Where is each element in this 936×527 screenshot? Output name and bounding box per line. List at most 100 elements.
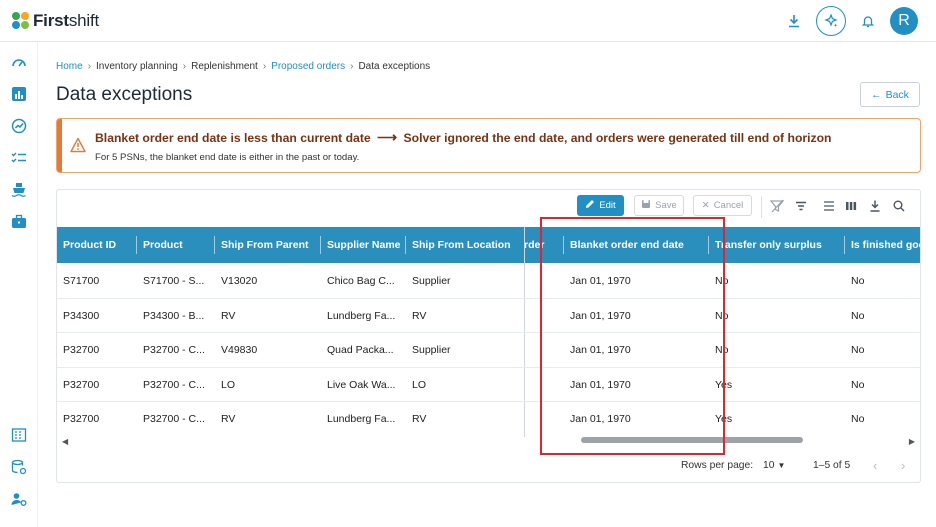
cell-product-id: P34300 xyxy=(63,309,100,322)
scroll-left-icon[interactable]: ◀ xyxy=(62,437,68,446)
chevron-right-icon: › xyxy=(87,61,92,72)
column-header-supplier-name[interactable]: Supplier Name xyxy=(321,227,406,263)
breadcrumb-inventory-planning[interactable]: Inventory planning xyxy=(96,61,178,72)
download-icon[interactable] xyxy=(784,11,804,31)
ai-sparkle-icon[interactable] xyxy=(816,6,846,36)
cell-ship-from-parent: RV xyxy=(221,413,236,425)
back-button[interactable]: ← Back xyxy=(860,82,920,107)
cell-blanket-order-end-date: Jan 01, 1970 xyxy=(570,344,631,356)
cell-blanket-order-end-date: Jan 01, 1970 xyxy=(570,275,631,287)
save-button-label: Save xyxy=(655,200,677,211)
arrow-right-icon: ⟶ xyxy=(377,129,398,145)
cell-product-id: P32700 xyxy=(63,344,100,356)
cell-blanket-order-end-date: Jan 01, 1970 xyxy=(570,413,631,425)
caret-down-icon: ▼ xyxy=(777,461,786,470)
cell-ship-from-parent: RV xyxy=(221,309,236,322)
cell-supplier-name: Quad Packa... xyxy=(327,344,394,356)
clear-filter-icon[interactable] xyxy=(769,198,785,214)
column-header-is-finished-goods[interactable]: Is finished goo xyxy=(845,227,920,263)
breadcrumb-home[interactable]: Home xyxy=(56,61,83,72)
chevron-right-icon: › xyxy=(182,61,187,72)
firstshift-logo[interactable]: Firstshift xyxy=(12,11,99,31)
cell-ship-from-location: LO xyxy=(412,378,427,391)
top-bar: Firstshift R xyxy=(0,0,936,42)
cell-transfer-only-surplus: No xyxy=(715,309,729,322)
trend-icon[interactable] xyxy=(10,117,28,135)
save-icon xyxy=(641,199,651,212)
previous-page-icon[interactable]: ‹ xyxy=(873,458,877,473)
scroll-right-icon[interactable]: ▶ xyxy=(909,437,915,446)
chevron-right-icon: › xyxy=(350,61,354,72)
warning-alert: Blanket order end date is less than curr… xyxy=(56,118,921,173)
database-settings-icon[interactable] xyxy=(10,458,28,476)
export-icon[interactable] xyxy=(867,198,883,214)
cell-blanket-order-end-date: Jan 01, 1970 xyxy=(570,378,631,391)
dashboard-icon[interactable] xyxy=(10,54,28,72)
bell-icon[interactable] xyxy=(858,11,878,31)
cell-ship-from-location: Supplier xyxy=(412,275,451,287)
save-button[interactable]: Save xyxy=(634,195,684,216)
breadcrumb-proposed-orders[interactable]: Proposed orders xyxy=(271,61,345,72)
checklist-icon[interactable] xyxy=(10,149,28,167)
cell-transfer-only-surplus: No xyxy=(715,344,729,356)
rows-per-page-select[interactable]: 10 ▼ xyxy=(763,460,785,471)
cell-ship-from-location: RV xyxy=(412,413,427,425)
pagination: Rows per page: 10 ▼ 1–5 of 5 ‹ › xyxy=(57,450,920,482)
grid-toolbar: Edit Save ✕ Cancel xyxy=(57,190,920,226)
cell-transfer-only-surplus: Yes xyxy=(715,413,733,425)
table-row[interactable]: P34300 P34300 - B... RV Lundberg Fa... R… xyxy=(57,299,920,333)
horizontal-scrollbar[interactable]: ◀ ▶ xyxy=(57,435,920,447)
scrollbar-thumb[interactable] xyxy=(581,437,803,443)
cell-transfer-only-surplus: No xyxy=(715,275,729,287)
breadcrumb-replenishment[interactable]: Replenishment xyxy=(191,61,258,72)
back-button-label: Back xyxy=(885,88,909,101)
chevron-right-icon: › xyxy=(262,61,267,72)
column-header-blanket-order-end-date[interactable]: Blanket order end date xyxy=(564,227,709,263)
rows-per-page-label: Rows per page: xyxy=(681,460,754,471)
alert-description: For 5 PSNs, the blanket end date is eith… xyxy=(95,152,360,163)
density-icon[interactable] xyxy=(821,198,837,214)
table-row[interactable]: S71700 S71700 - S... V13020 Chico Bag C.… xyxy=(57,264,920,299)
cell-product-id: P32700 xyxy=(63,378,100,391)
cell-ship-from-parent: V49830 xyxy=(221,344,258,356)
edit-button[interactable]: Edit xyxy=(577,195,624,216)
column-header-product[interactable]: Product xyxy=(137,227,215,263)
cell-product: P32700 - C... xyxy=(143,344,205,356)
cell-ship-from-location: Supplier xyxy=(412,344,451,356)
cell-supplier-name: Lundberg Fa... xyxy=(327,413,396,425)
breadcrumb-data-exceptions: Data exceptions xyxy=(358,61,431,72)
cell-supplier-name: Chico Bag C... xyxy=(327,275,395,287)
cell-transfer-only-surplus: Yes xyxy=(715,378,733,391)
users-settings-icon[interactable] xyxy=(10,490,28,508)
cancel-button-label: Cancel xyxy=(713,200,744,211)
table-row[interactable]: P32700 P32700 - C... RV Lundberg Fa... R… xyxy=(57,402,920,437)
cell-product-id: P32700 xyxy=(63,413,100,425)
edit-button-label: Edit xyxy=(599,200,616,211)
bar-chart-icon[interactable] xyxy=(10,85,28,103)
table-row[interactable]: P32700 P32700 - C... V49830 Quad Packa..… xyxy=(57,333,920,368)
column-header-ship-from-location[interactable]: Ship From Location xyxy=(406,227,524,263)
cell-ship-from-parent: LO xyxy=(221,378,236,391)
alert-title: Blanket order end date is less than curr… xyxy=(95,129,832,145)
user-avatar[interactable]: R xyxy=(890,7,918,35)
sidebar-nav xyxy=(0,42,38,527)
cancel-button[interactable]: ✕ Cancel xyxy=(693,195,752,216)
toolbar-divider xyxy=(761,196,762,218)
ship-icon[interactable] xyxy=(10,181,28,199)
cell-supplier-name: Live Oak Wa... xyxy=(327,378,396,391)
columns-icon[interactable] xyxy=(843,198,859,214)
table-row[interactable]: P32700 P32700 - C... LO Live Oak Wa... L… xyxy=(57,368,920,402)
column-header-product-id[interactable]: Product ID xyxy=(57,227,137,263)
cell-product: P34300 - B... xyxy=(143,309,205,322)
building-icon[interactable] xyxy=(10,426,28,444)
briefcase-icon[interactable] xyxy=(10,213,28,231)
column-header-order-truncated[interactable]: rder xyxy=(524,227,564,263)
search-icon[interactable] xyxy=(891,198,907,214)
cell-is-finished-goods: No xyxy=(851,413,865,425)
cell-is-finished-goods: No xyxy=(851,275,865,287)
cell-ship-from-parent: V13020 xyxy=(221,275,258,287)
column-header-transfer-only-surplus[interactable]: Transfer only surplus xyxy=(709,227,845,263)
next-page-icon[interactable]: › xyxy=(901,458,905,473)
filter-icon[interactable] xyxy=(793,198,809,214)
column-header-ship-from-parent[interactable]: Ship From Parent xyxy=(215,227,321,263)
